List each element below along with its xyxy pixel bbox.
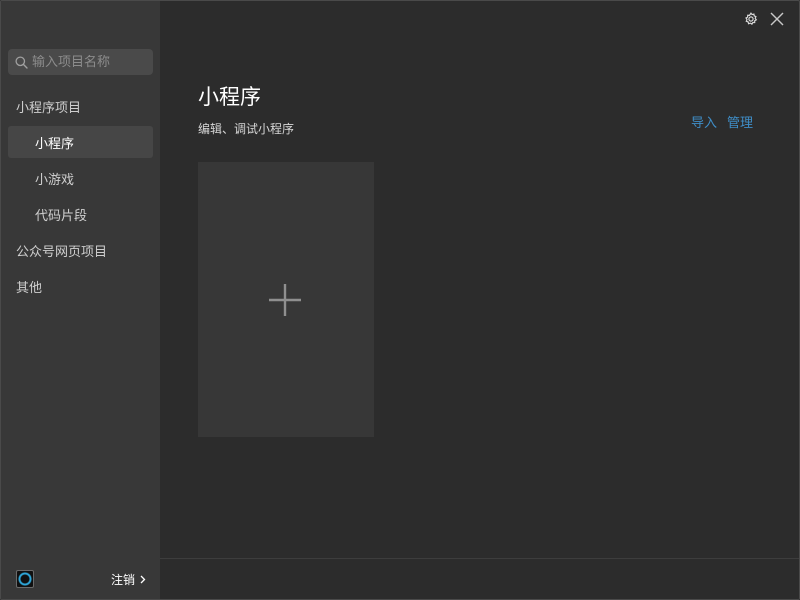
logout-label: 注销 [110,572,135,587]
app-window: 小程序项目 小程序 小游戏 代码片段 公众号网页项目 其他 注销 [0,0,800,600]
sidebar-item-miniprogram[interactable]: 小程序 [8,126,153,158]
chevron-right-icon [140,575,146,584]
main-footer [160,558,799,599]
sidebar: 小程序项目 小程序 小游戏 代码片段 公众号网页项目 其他 注销 [1,1,160,599]
page-subtitle: 编辑、调试小程序 [198,122,295,136]
sidebar-footer: 注销 [1,559,160,599]
sidebar-item-label: 小游戏 [35,172,75,188]
logout-button[interactable]: 注销 [111,570,146,588]
page-title: 小程序 [198,85,261,109]
search-box[interactable] [8,49,153,75]
sidebar-item-code-snippet[interactable]: 代码片段 [8,198,153,230]
manage-link[interactable]: 管理 [727,112,753,131]
avatar[interactable] [16,570,34,588]
import-link[interactable]: 导入 [691,112,717,131]
sidebar-item-other[interactable]: 其他 [8,270,153,302]
sidebar-item-label: 公众号网页项目 [16,244,108,260]
sidebar-item-official-account-web[interactable]: 公众号网页项目 [8,234,153,266]
gear-icon[interactable] [743,11,759,27]
sidebar-item-label: 小程序项目 [16,100,82,116]
sidebar-item-label: 小程序 [35,136,75,152]
main-panel: 小程序 编辑、调试小程序 导入 管理 [160,1,799,599]
sidebar-item-minigame[interactable]: 小游戏 [8,162,153,194]
close-icon[interactable] [769,11,785,27]
search-input[interactable] [32,54,150,70]
new-project-card[interactable] [198,162,374,437]
header-actions: 导入 管理 [691,112,753,131]
search-icon [14,55,28,69]
sidebar-item-label: 其他 [16,280,43,296]
sidebar-item-label: 代码片段 [35,208,88,224]
sidebar-item-miniprogram-projects[interactable]: 小程序项目 [8,90,153,122]
plus-icon [268,283,302,317]
